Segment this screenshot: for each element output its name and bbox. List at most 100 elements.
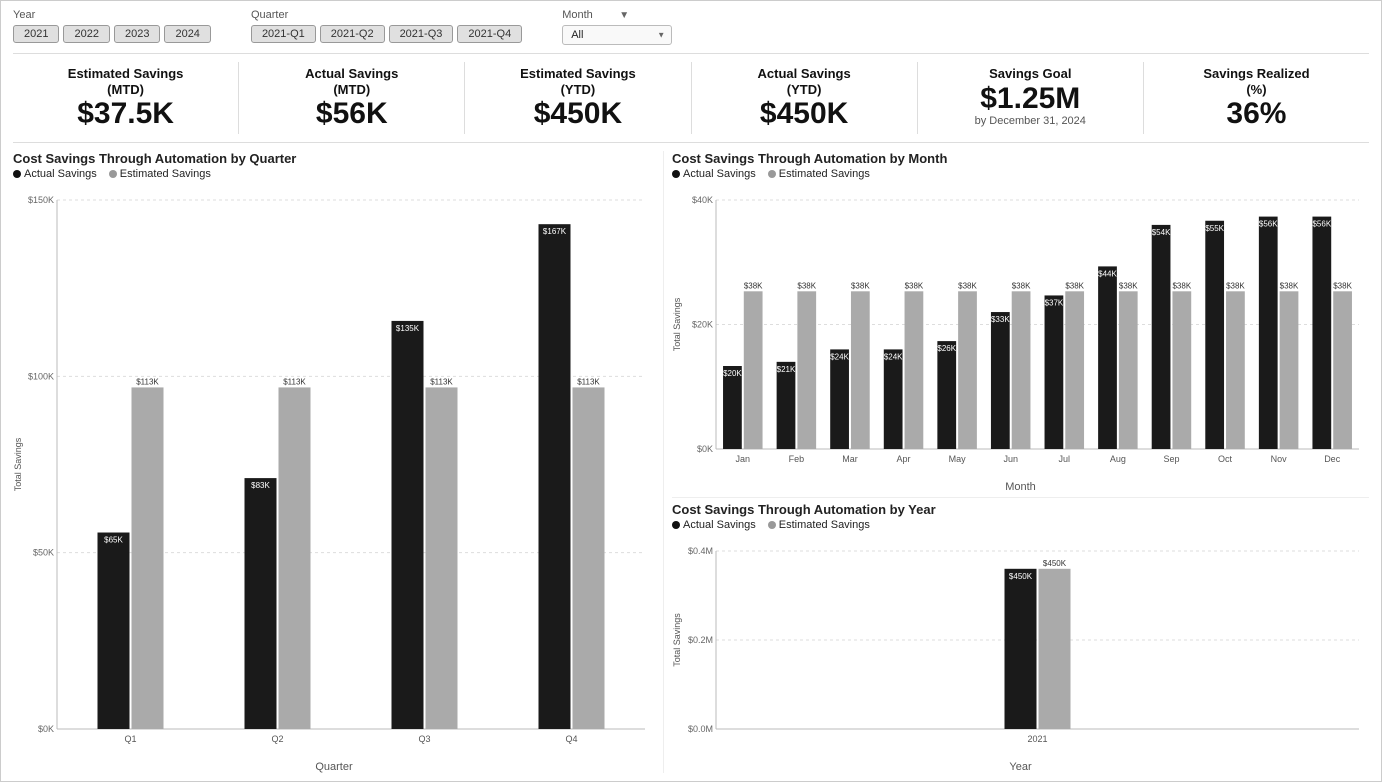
right-charts: Cost Savings Through Automation by Month… xyxy=(672,151,1369,773)
kpi-label-1: Actual Savings(MTD) xyxy=(247,66,456,97)
svg-text:$38K: $38K xyxy=(1226,281,1245,290)
svg-text:Jun: Jun xyxy=(1003,454,1018,464)
svg-text:$56K: $56K xyxy=(1312,220,1331,229)
svg-text:$38K: $38K xyxy=(958,281,977,290)
svg-text:$65K: $65K xyxy=(104,536,123,545)
svg-text:$113K: $113K xyxy=(136,378,159,387)
quarter-legend-actual-label: Actual Savings xyxy=(24,168,97,180)
year-pill-2024[interactable]: 2024 xyxy=(164,25,210,43)
filters-row: Year 20212022 20232024 Quarter 2021-Q1202… xyxy=(13,9,1369,54)
svg-text:$37K: $37K xyxy=(1045,299,1064,308)
svg-text:Nov: Nov xyxy=(1271,454,1288,464)
svg-text:$38K: $38K xyxy=(1065,281,1084,290)
year-pill-2022[interactable]: 2022 xyxy=(63,25,109,43)
kpi-card-1: Actual Savings(MTD)$56K xyxy=(239,62,465,134)
year-pill-2023[interactable]: 2023 xyxy=(114,25,160,43)
svg-text:Aug: Aug xyxy=(1110,454,1126,464)
svg-text:$0K: $0K xyxy=(38,724,54,734)
svg-text:$20K: $20K xyxy=(723,369,742,378)
kpi-value-3: $450K xyxy=(700,97,909,130)
svg-text:$0.4M: $0.4M xyxy=(688,546,713,556)
kpi-card-3: Actual Savings(YTD)$450K xyxy=(692,62,918,134)
year-pills: 20212022 20232024 xyxy=(13,25,211,43)
svg-text:$21K: $21K xyxy=(777,365,796,374)
svg-text:$150K: $150K xyxy=(28,195,54,205)
year-chart-section: Cost Savings Through Automation by Year … xyxy=(672,497,1369,773)
year-pill-2021[interactable]: 2021 xyxy=(13,25,59,43)
svg-text:Jan: Jan xyxy=(736,454,751,464)
svg-text:$44K: $44K xyxy=(1098,270,1117,279)
year-filter: Year 20212022 20232024 xyxy=(13,9,211,43)
actual-dot xyxy=(13,170,21,178)
year-chart-wrap: Total Savings$0.0M$0.2M$0.4M$450K$450K20… xyxy=(672,535,1369,759)
charts-row: Cost Savings Through Automation by Quart… xyxy=(13,151,1369,773)
year-filter-label: Year xyxy=(13,9,211,21)
svg-text:Total Savings: Total Savings xyxy=(672,613,682,667)
svg-text:$113K: $113K xyxy=(430,378,453,387)
quarter-pill-2021-Q1[interactable]: 2021-Q1 xyxy=(251,25,316,43)
svg-text:$38K: $38K xyxy=(1172,281,1191,290)
month-chevron-icon: ▼ xyxy=(619,10,672,21)
svg-text:$83K: $83K xyxy=(251,481,270,490)
svg-text:$0K: $0K xyxy=(697,444,713,454)
quarter-pill-2021-Q2[interactable]: 2021-Q2 xyxy=(320,25,385,43)
svg-text:Q3: Q3 xyxy=(418,734,430,744)
svg-text:$38K: $38K xyxy=(797,281,816,290)
month-legend-actual: Actual Savings xyxy=(672,168,756,180)
svg-text:$33K: $33K xyxy=(991,315,1010,324)
quarter-legend-estimated: Estimated Savings xyxy=(109,168,211,180)
kpi-label-5: Savings Realized(%) xyxy=(1152,66,1361,97)
quarter-filter: Quarter 2021-Q12021-Q22021-Q32021-Q4 xyxy=(251,9,522,43)
svg-text:$100K: $100K xyxy=(28,372,54,382)
quarter-legend-estimated-label: Estimated Savings xyxy=(120,168,211,180)
quarter-chart-section: Cost Savings Through Automation by Quart… xyxy=(13,151,664,773)
svg-text:$38K: $38K xyxy=(1012,281,1031,290)
svg-text:$135K: $135K xyxy=(396,324,420,333)
svg-text:$54K: $54K xyxy=(1152,228,1171,237)
svg-text:2021: 2021 xyxy=(1027,734,1047,744)
svg-text:Feb: Feb xyxy=(789,454,805,464)
month-chart-legend: Actual Savings Estimated Savings xyxy=(672,168,1369,180)
svg-text:$38K: $38K xyxy=(905,281,924,290)
year-actual-dot xyxy=(672,521,680,529)
kpi-value-0: $37.5K xyxy=(21,97,230,130)
estimated-dot xyxy=(109,170,117,178)
svg-text:$38K: $38K xyxy=(744,281,763,290)
svg-text:$450K: $450K xyxy=(1009,572,1033,581)
kpi-label-3: Actual Savings(YTD) xyxy=(700,66,909,97)
month-dropdown-box[interactable]: All xyxy=(562,25,672,45)
year-x-axis-title: Year xyxy=(672,761,1369,773)
kpi-label-4: Savings Goal xyxy=(926,66,1135,82)
kpi-label-0: Estimated Savings(MTD) xyxy=(21,66,230,97)
svg-text:Sep: Sep xyxy=(1163,454,1179,464)
month-legend-estimated-label: Estimated Savings xyxy=(779,168,870,180)
kpi-card-0: Estimated Savings(MTD)$37.5K xyxy=(13,62,239,134)
svg-text:Total Savings: Total Savings xyxy=(13,437,23,491)
svg-text:Total Savings: Total Savings xyxy=(672,297,682,351)
kpi-card-5: Savings Realized(%)36% xyxy=(1144,62,1369,134)
month-chart-wrap: Total Savings$0K$20K$40K$20K$38KJan$21K$… xyxy=(672,184,1369,479)
svg-text:Jul: Jul xyxy=(1059,454,1071,464)
month-dropdown-header: Month ▼ xyxy=(562,9,672,21)
quarter-pills: 2021-Q12021-Q22021-Q32021-Q4 xyxy=(251,25,522,43)
kpi-row: Estimated Savings(MTD)$37.5KActual Savin… xyxy=(13,62,1369,143)
svg-text:$450K: $450K xyxy=(1043,559,1067,568)
svg-text:May: May xyxy=(949,454,967,464)
quarter-pill-2021-Q3[interactable]: 2021-Q3 xyxy=(389,25,454,43)
year-chart-title: Cost Savings Through Automation by Year xyxy=(672,502,1369,517)
svg-text:$113K: $113K xyxy=(577,378,600,387)
quarter-legend-actual: Actual Savings xyxy=(13,168,97,180)
svg-text:$38K: $38K xyxy=(1119,281,1138,290)
kpi-value-1: $56K xyxy=(247,97,456,130)
svg-text:$56K: $56K xyxy=(1259,220,1278,229)
svg-text:$55K: $55K xyxy=(1205,224,1224,233)
svg-text:Q1: Q1 xyxy=(124,734,136,744)
kpi-value-4: $1.25M xyxy=(926,82,1135,115)
quarter-pill-2021-Q4[interactable]: 2021-Q4 xyxy=(457,25,522,43)
month-actual-dot xyxy=(672,170,680,178)
kpi-sub-4: by December 31, 2024 xyxy=(926,115,1135,127)
svg-text:$40K: $40K xyxy=(692,195,713,205)
quarter-x-axis-title: Quarter xyxy=(13,761,655,773)
svg-text:$38K: $38K xyxy=(1280,281,1299,290)
month-legend-actual-label: Actual Savings xyxy=(683,168,756,180)
